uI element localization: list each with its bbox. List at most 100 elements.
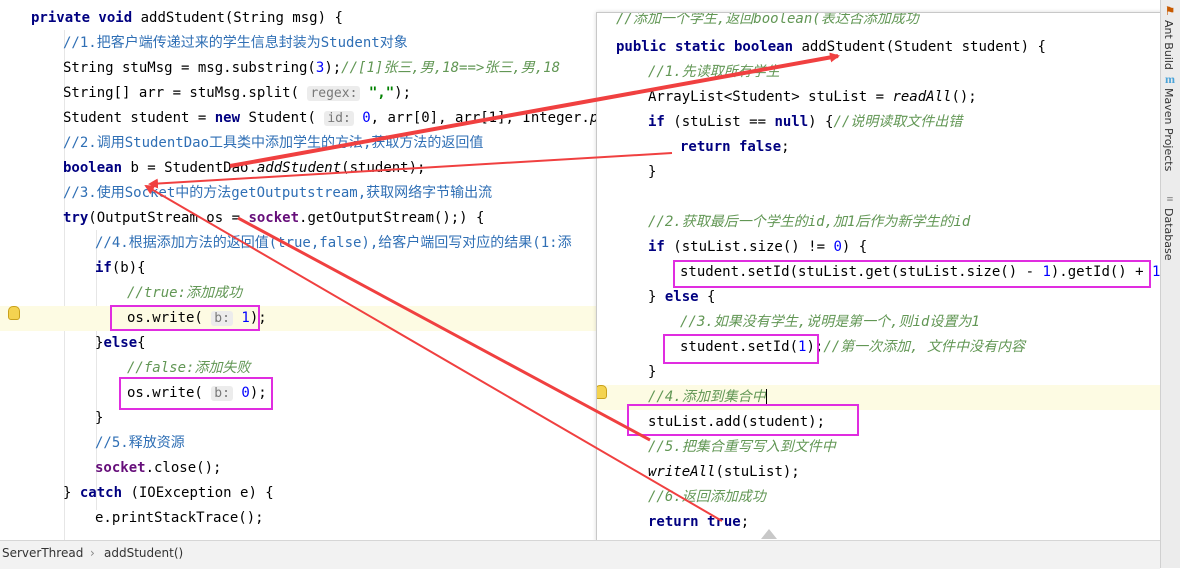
code-line: return true; <box>597 510 1163 535</box>
code-text: ) { <box>841 239 868 255</box>
code-text: ; <box>740 514 750 530</box>
tab-maven-projects[interactable]: Maven Projects <box>1162 88 1175 171</box>
highlight-box <box>119 377 273 410</box>
comment: //5.把集合重写写入到文件中 <box>648 439 836 455</box>
string-literal: "," <box>368 85 395 101</box>
comment: //1.把客户端传递过来的学生信息封装为Student对象 <box>63 35 408 51</box>
highlight-box <box>663 334 819 364</box>
caret-up-icon <box>761 529 777 539</box>
tool-window-strip: ⚑ Ant Build m Maven Projects ≡ Database <box>1160 0 1180 568</box>
keyword: if <box>648 239 665 255</box>
method-call: readAll <box>892 89 952 105</box>
method-call: addStudent <box>256 160 342 176</box>
code-text: (IOException e) { <box>122 485 274 501</box>
comment: //6.返回添加成功 <box>648 489 766 505</box>
comment: //5.释放资源 <box>95 435 185 451</box>
keyword: private void <box>31 10 133 26</box>
code-text: , arr[0], arr[1], Integer. <box>370 110 590 126</box>
number: 0 <box>362 110 371 126</box>
highlight-box <box>627 404 859 436</box>
number: 0 <box>833 239 842 255</box>
code-text: e.printStackTrace(); <box>95 510 264 526</box>
code-line: } else { <box>597 285 1163 310</box>
lightbulb-icon[interactable] <box>597 385 607 399</box>
code-line: } <box>597 160 1163 185</box>
breadcrumb-item-class[interactable]: ServerThread <box>2 541 83 565</box>
keyword: if <box>648 114 665 130</box>
keyword: if <box>95 260 112 276</box>
method-call: writeAll <box>648 464 716 480</box>
code-text: (stuList); <box>715 464 800 480</box>
code-line: writeAll(stuList); <box>597 460 1163 485</box>
breadcrumb-item-method[interactable]: addStudent() <box>104 541 183 565</box>
breadcrumb: ServerThread › addStudent() <box>0 540 1160 569</box>
comment: //说明读取文件出错 <box>833 114 963 130</box>
keyword: return true <box>648 514 741 530</box>
code-line: //5.把集合重写写入到文件中 <box>597 435 1163 460</box>
code-text: Student student = <box>63 110 215 126</box>
comment: //1.先读取所有学生 <box>648 64 780 80</box>
code-text: .getOutputStream();) { <box>299 210 485 226</box>
code-line: return false; <box>597 135 1163 160</box>
comment: //3.使用Socket中的方法getOutputstream,获取网络字节输出… <box>63 185 493 201</box>
database-icon: ≡ <box>1166 192 1174 206</box>
code-text: String[] arr = stuMsg.split( <box>63 85 308 101</box>
code-text: (student); <box>341 160 426 176</box>
code-text: addStudent(Student student) { <box>793 39 1046 55</box>
code-text: String stuMsg = msg.substring( <box>63 60 316 76</box>
code-text: } <box>63 485 80 501</box>
comment: //第一次添加, 文件中没有内容 <box>823 339 1026 355</box>
lightbulb-icon[interactable] <box>8 306 20 320</box>
highlight-box <box>110 305 260 331</box>
param-hint: id: <box>324 111 354 126</box>
keyword: new <box>214 110 241 126</box>
keyword: public static boolean <box>616 39 794 55</box>
field: socket <box>248 210 300 226</box>
code-text: (OutputStream os = <box>88 210 249 226</box>
keyword: try <box>63 210 89 226</box>
code-text: .close(); <box>145 460 222 476</box>
code-line: public static boolean addStudent(Student… <box>597 35 1163 60</box>
code-text: (b){ <box>111 260 146 276</box>
quick-definition-popup[interactable]: //添加一个学生,返回boolean(表达否添加成功 public static… <box>596 12 1164 542</box>
code-text: ) { <box>808 114 834 130</box>
param-hint: regex: <box>307 86 361 101</box>
keyword: null <box>774 114 809 130</box>
field: socket <box>95 460 146 476</box>
text-cursor <box>765 389 767 405</box>
comment: //4.根据添加方法的返回值(true,false),给客户端回写对应的结果(1… <box>95 235 572 251</box>
comment: //4.添加到集合中 <box>648 389 766 405</box>
code-text: } <box>648 289 665 305</box>
comment: //false:添加失败 <box>127 360 251 376</box>
code-text: } <box>648 164 657 180</box>
code-line: ArrayList<Student> stuList = readAll(); <box>597 85 1163 110</box>
code-line: //3.如果没有学生,说明是第一个,则id设置为1 <box>597 310 1163 335</box>
tab-ant-build[interactable]: Ant Build <box>1162 20 1175 70</box>
comment: //[1]张三,男,18==>张三,男,18 <box>341 60 561 76</box>
comment: //3.如果没有学生,说明是第一个,则id设置为1 <box>680 314 980 330</box>
comment: //true:添加成功 <box>127 285 243 301</box>
code-text: ); <box>394 85 411 101</box>
code-text: ; <box>781 139 790 155</box>
code-text: b = StudentDao. <box>122 160 257 176</box>
code-text: { <box>698 289 716 305</box>
code-text: } <box>95 410 104 426</box>
code-line: if (stuList.size() != 0) { <box>597 235 1163 260</box>
tab-database[interactable]: Database <box>1162 208 1175 261</box>
code-text: addStudent(String msg) { <box>132 10 343 26</box>
code-line: //添加一个学生,返回boolean(表达否添加成功 <box>597 13 1163 32</box>
code-line: //1.先读取所有学生 <box>597 60 1163 85</box>
code-text: { <box>137 335 146 351</box>
maven-icon: m <box>1165 72 1175 86</box>
comment: //2.获取最后一个学生的id,加1后作为新学生的id <box>648 214 971 230</box>
comment: //2.调用StudentDao工具类中添加学生的方法,获取方法的返回值 <box>63 135 484 151</box>
code-line: if (stuList == null) {//说明读取文件出错 <box>597 110 1163 135</box>
code-text: (stuList == <box>664 114 775 130</box>
keyword: else <box>103 335 138 351</box>
code-text: Student( <box>240 110 325 126</box>
code-text: ); <box>324 60 342 76</box>
keyword: boolean <box>63 160 123 176</box>
keyword: else <box>664 289 699 305</box>
code-line: //2.获取最后一个学生的id,加1后作为新学生的id <box>597 210 1163 235</box>
code-text: } <box>648 364 657 380</box>
